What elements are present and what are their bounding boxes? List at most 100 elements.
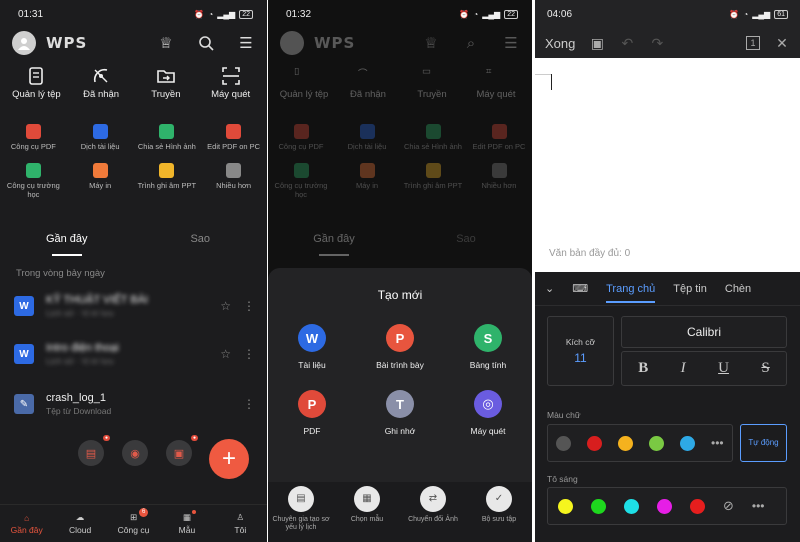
tool-share-image[interactable]: Chia sẻ Hình ảnh: [134, 124, 201, 151]
tool-edit-pdf-pc[interactable]: Edit PDF on PC: [200, 124, 267, 151]
quick-received[interactable]: Đã nhận: [69, 66, 133, 106]
create-label: Máy quét: [470, 426, 506, 436]
signal-icon: ▂▄▆: [217, 9, 236, 19]
highlight-swatch[interactable]: [591, 498, 606, 514]
quick-file-manager[interactable]: Quản lý tệp: [4, 66, 68, 106]
list-item[interactable]: ✎ crash_log_1 Tệp từ Download ⋮: [0, 382, 267, 426]
bold-button[interactable]: B: [638, 360, 648, 377]
more-icon[interactable]: ⋮: [243, 397, 255, 411]
color-swatch[interactable]: [618, 435, 633, 451]
strikethrough-button[interactable]: S: [761, 360, 769, 377]
coupon-fab[interactable]: ▣ ●: [166, 435, 198, 466]
nav-templates[interactable]: ▦ Mẫu: [160, 505, 213, 542]
underline-button[interactable]: U: [718, 360, 729, 377]
color-swatch[interactable]: [556, 435, 571, 451]
menu-icon: ☰: [504, 35, 518, 52]
list-item[interactable]: W Intro điện thoại Lịch sử · Vị trí lưu …: [0, 332, 267, 376]
tool-translate[interactable]: Dịch tài liệu: [67, 124, 134, 151]
menu-icon[interactable]: ☰: [237, 34, 255, 52]
italic-button[interactable]: I: [681, 360, 686, 377]
tool-ppt-recorder[interactable]: Trình ghi âm PPT: [134, 163, 201, 199]
tool-more[interactable]: Nhiều hơn: [200, 163, 267, 199]
highlight-swatch[interactable]: [690, 498, 705, 514]
more-colors-icon[interactable]: •••: [711, 436, 724, 450]
choose-template[interactable]: ▦ Chọn mẫu: [334, 486, 400, 542]
done-button[interactable]: Xong: [545, 36, 575, 51]
tool-label: Công cụ PDF: [278, 142, 324, 151]
create-scanner[interactable]: ◎ Máy quét: [444, 390, 532, 436]
quick-transfer[interactable]: Truyền: [134, 66, 198, 106]
tab-insert[interactable]: Chèn: [725, 283, 751, 295]
scan-icon: ⌗: [486, 66, 492, 77]
color-swatch[interactable]: [587, 435, 602, 451]
file-meta: Intro điện thoại Lịch sử · Vị trí lưu: [46, 342, 208, 366]
word-file-icon: W: [14, 344, 34, 364]
redo-icon[interactable]: ↷: [649, 35, 665, 52]
list-item[interactable]: W KỸ THUẬT VIẾT BÀI Lịch sử · Vị trí lưu…: [0, 284, 267, 328]
create-presentation[interactable]: P Bài trình bày: [356, 324, 444, 370]
tab-home[interactable]: Trang chủ: [606, 283, 656, 303]
document-canvas[interactable]: Văn bản đầy đủ: 0: [535, 58, 800, 272]
create-document[interactable]: W Tài liệu: [268, 324, 356, 370]
tab-starred[interactable]: Sao: [134, 222, 268, 256]
share-image-icon: [159, 124, 175, 139]
camera-fab[interactable]: ◉: [122, 440, 148, 466]
avatar[interactable]: [12, 31, 36, 55]
word-count: Văn bản đầy đủ: 0: [549, 248, 631, 259]
tool-pdf[interactable]: Công cụ PDF: [0, 124, 67, 151]
nav-me[interactable]: ♙ Tôi: [214, 505, 267, 542]
more-colors-icon[interactable]: •••: [752, 499, 765, 513]
close-icon[interactable]: ✕: [774, 35, 790, 52]
tab-recent[interactable]: Gần đây: [0, 222, 134, 256]
crown-icon[interactable]: ♕: [157, 34, 175, 52]
more-icon[interactable]: ⋮: [243, 347, 255, 361]
status-bar: 01:31 ⏰ ◔ ▂▄▆ 22: [0, 0, 267, 28]
document-icon: ▯: [294, 66, 300, 77]
star-icon[interactable]: ☆: [220, 347, 231, 361]
highlight-swatch[interactable]: [558, 498, 573, 514]
ticket-fab[interactable]: ▤ ●: [78, 435, 110, 466]
font-size-box[interactable]: Kích cỡ 11: [547, 316, 614, 386]
tool-label: Máy in: [89, 181, 112, 190]
font-family-select[interactable]: Calibri: [621, 316, 787, 348]
add-button[interactable]: +: [209, 439, 249, 479]
highlight-swatch[interactable]: [657, 498, 672, 514]
tool-label: Edit PDF on PC: [472, 142, 526, 151]
tool-printer[interactable]: Máy in: [67, 163, 134, 199]
collapse-icon[interactable]: ⌄: [545, 282, 554, 295]
tool-school: Công cụ trường học: [268, 163, 334, 199]
quick-scanner[interactable]: Máy quét: [199, 66, 263, 106]
pdf-icon: P: [298, 390, 326, 418]
shortcut-label: Chuyển đổi Ảnh: [408, 516, 458, 523]
image-convert-icon: ⇄: [420, 486, 446, 512]
create-memo[interactable]: T Ghi nhớ: [356, 390, 444, 436]
color-swatch[interactable]: [649, 435, 664, 451]
font-color-label: Màu chữ: [547, 410, 581, 420]
collection[interactable]: ✓ Bộ sưu tập: [466, 486, 532, 542]
tab-file[interactable]: Tệp tin: [673, 283, 707, 295]
nav-cloud[interactable]: ☁ Cloud: [53, 505, 106, 542]
signal-icon: ▂▄▆: [752, 9, 771, 19]
search-icon[interactable]: [197, 34, 215, 52]
quick-actions: ▯ Quản lý tệp ⌒ Đã nhận ▭ Truyền ⌗ Máy quét: [268, 58, 532, 106]
undo-icon[interactable]: ↶: [619, 35, 635, 52]
resume-maker[interactable]: ▤ Chuyên gia tạo sơ yếu lý lịch: [268, 486, 334, 542]
tool-label: Máy in: [355, 181, 379, 190]
create-spreadsheet[interactable]: S Bảng tính: [444, 324, 532, 370]
tool-label: Trình ghi âm PPT: [403, 181, 463, 190]
nav-recent[interactable]: ⌂ Gần đây: [0, 505, 53, 542]
auto-color-button[interactable]: Tự động: [740, 424, 787, 462]
color-swatch[interactable]: [680, 435, 695, 451]
save-icon[interactable]: ▣: [589, 35, 605, 52]
printer-icon: [359, 163, 375, 178]
page-count[interactable]: 1: [746, 36, 760, 50]
convert-image[interactable]: ⇄ Chuyển đổi Ảnh: [400, 486, 466, 542]
highlight-swatch[interactable]: [624, 498, 639, 514]
star-icon[interactable]: ☆: [220, 299, 231, 313]
keyboard-icon[interactable]: ⌨: [572, 282, 588, 295]
no-highlight-icon[interactable]: ⊘: [723, 498, 734, 514]
tool-school[interactable]: Công cụ trường học: [0, 163, 67, 199]
create-pdf[interactable]: P PDF: [268, 390, 356, 436]
nav-tools[interactable]: ⊞ Công cụ 6: [107, 505, 160, 542]
more-icon[interactable]: ⋮: [243, 299, 255, 313]
